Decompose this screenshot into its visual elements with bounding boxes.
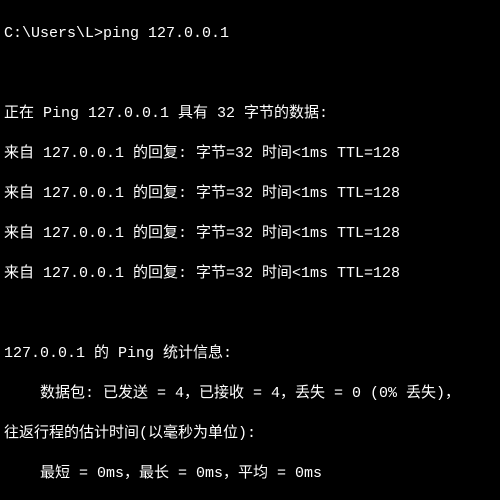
prompt-line: C:\Users\L>ping 127.0.0.1 <box>4 24 498 44</box>
stats-packets: 数据包: 已发送 = 4，已接收 = 4，丢失 = 0 (0% 丢失)， <box>4 384 498 404</box>
ping-reply: 来自 127.0.0.1 的回复: 字节=32 时间<1ms TTL=128 <box>4 264 498 284</box>
prompt: C:\Users\L> <box>4 25 103 42</box>
command-text: ping 127.0.0.1 <box>103 25 229 42</box>
rtt-title: 往返行程的估计时间(以毫秒为单位): <box>4 424 498 444</box>
blank-line <box>4 304 498 324</box>
ping-reply: 来自 127.0.0.1 的回复: 字节=32 时间<1ms TTL=128 <box>4 224 498 244</box>
rtt-values: 最短 = 0ms，最长 = 0ms，平均 = 0ms <box>4 464 498 484</box>
terminal-output[interactable]: C:\Users\L>ping 127.0.0.1 正在 Ping 127.0.… <box>0 0 500 500</box>
ping-reply: 来自 127.0.0.1 的回复: 字节=32 时间<1ms TTL=128 <box>4 184 498 204</box>
stats-title: 127.0.0.1 的 Ping 统计信息: <box>4 344 498 364</box>
ping-reply: 来自 127.0.0.1 的回复: 字节=32 时间<1ms TTL=128 <box>4 144 498 164</box>
ping-header: 正在 Ping 127.0.0.1 具有 32 字节的数据: <box>4 104 498 124</box>
blank-line <box>4 64 498 84</box>
